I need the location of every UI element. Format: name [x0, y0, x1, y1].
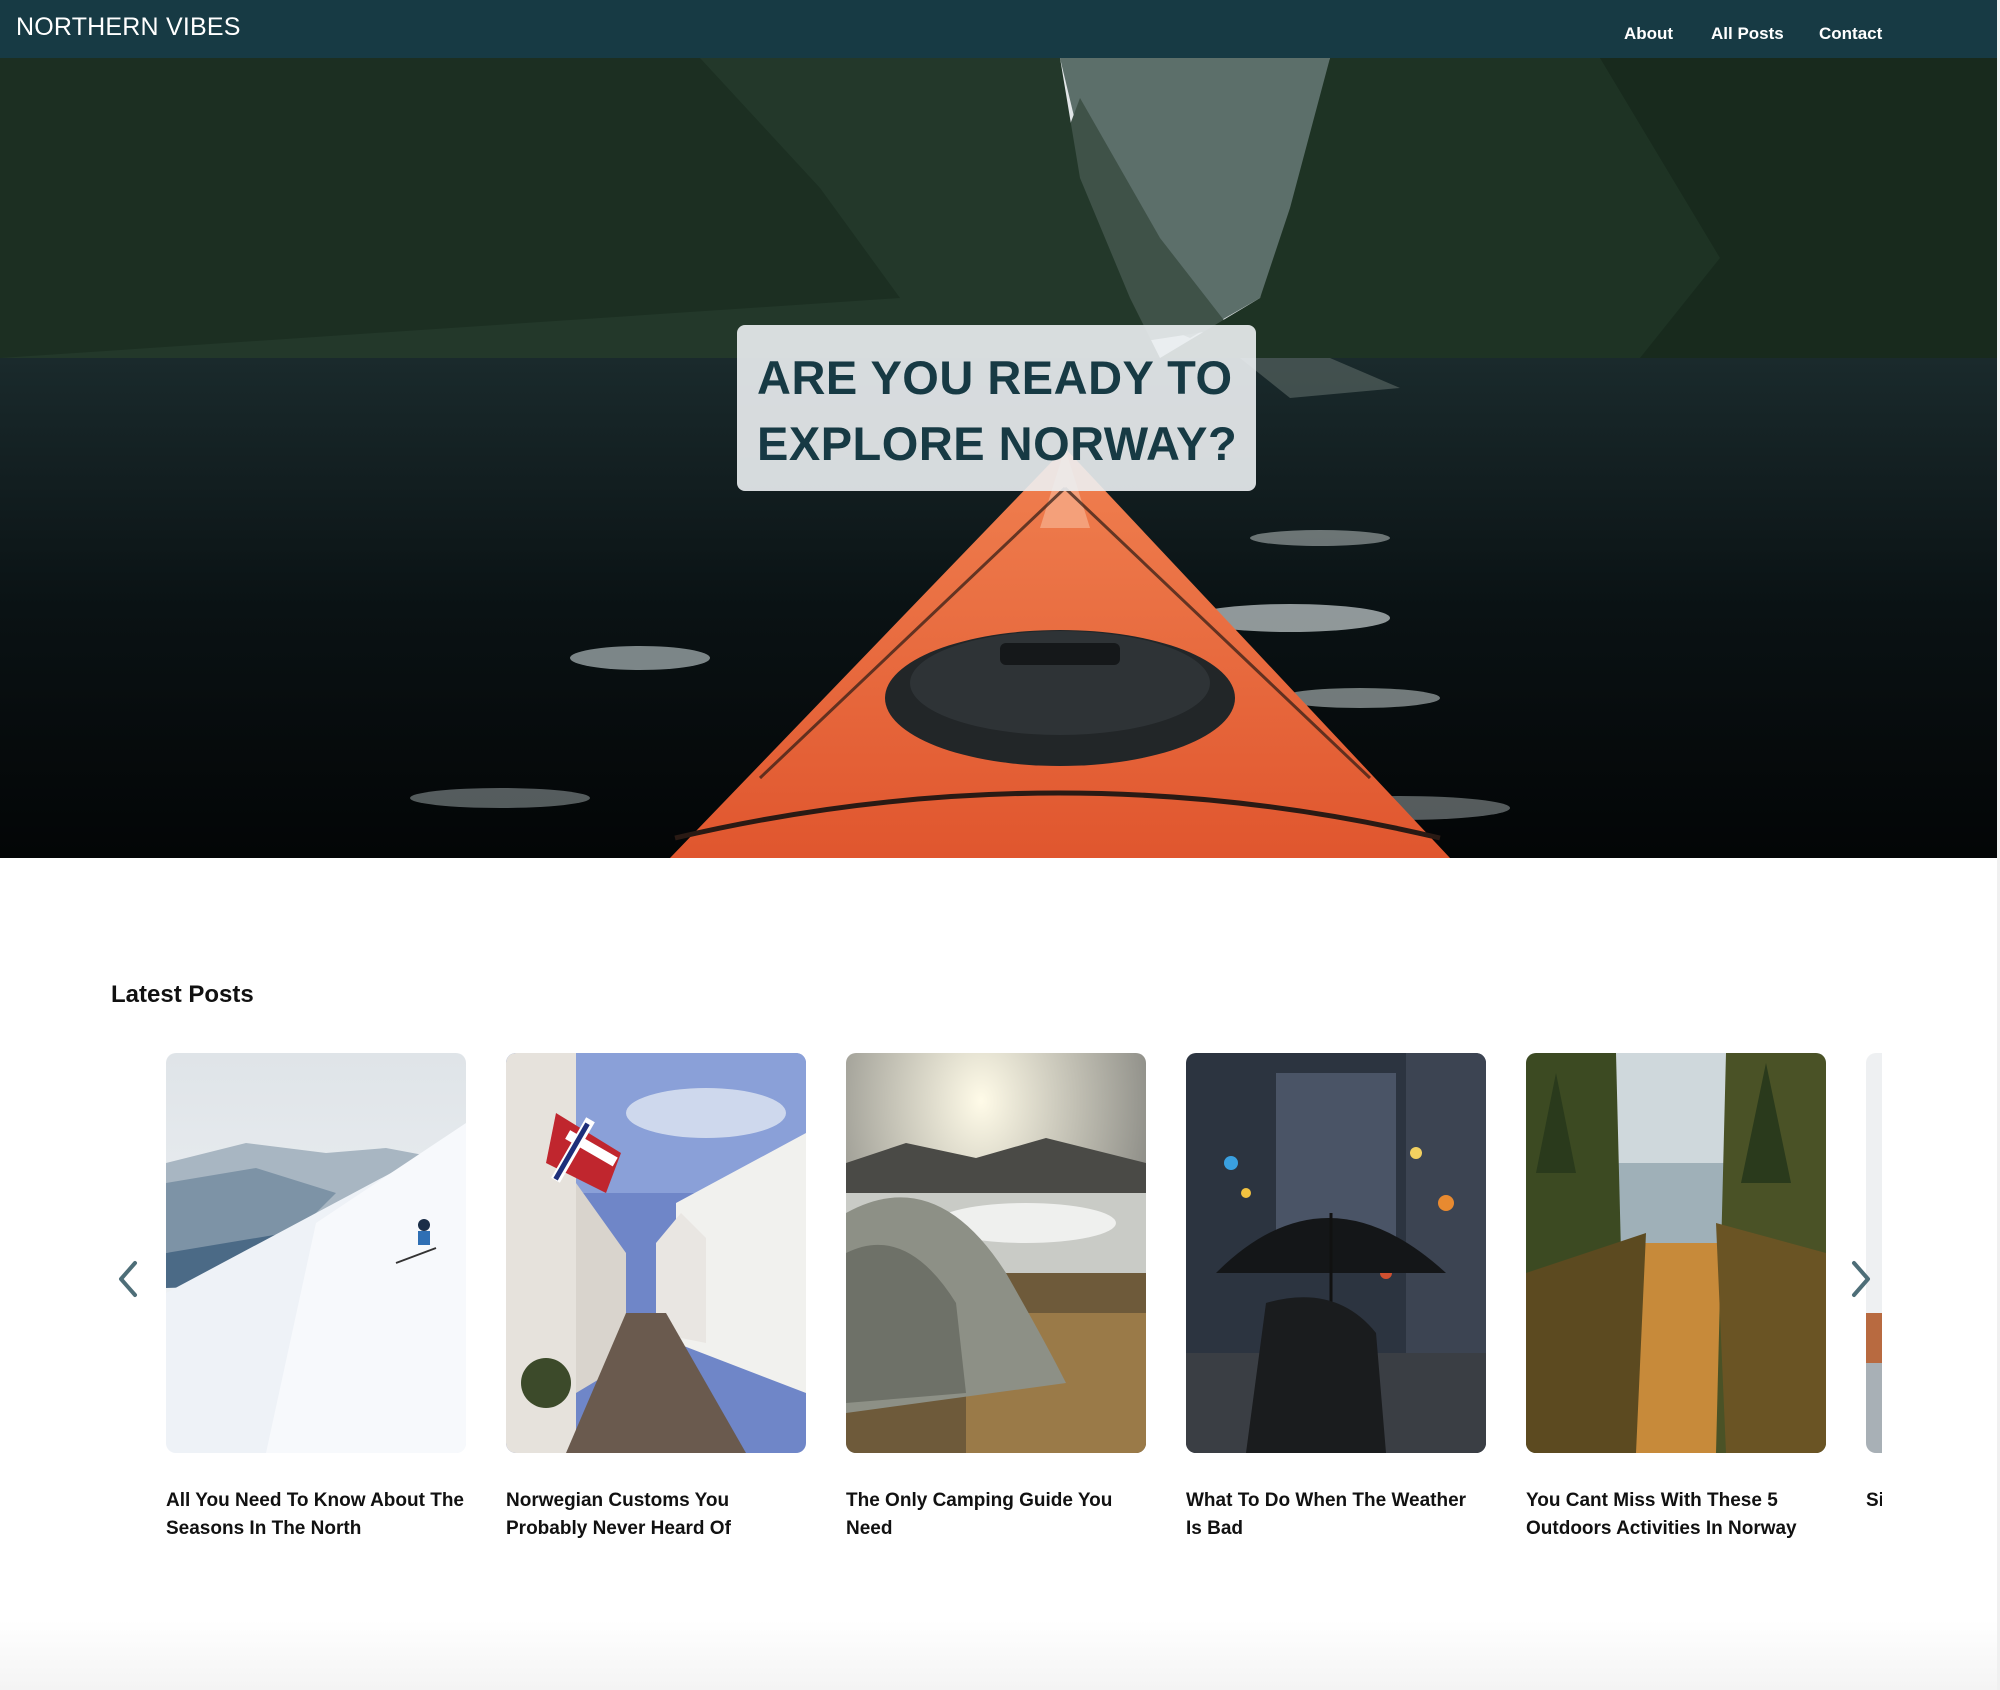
- hero-title: ARE YOU READY TO EXPLORE NORWAY?: [757, 351, 1238, 470]
- nav-contact[interactable]: Contact: [1819, 24, 1882, 44]
- chevron-right-icon: [1852, 1261, 1870, 1297]
- hero-title-box: ARE YOU READY TO EXPLORE NORWAY?: [737, 325, 1256, 491]
- page-footer-fade: [0, 1620, 1997, 1690]
- hero-section: ARE YOU READY TO EXPLORE NORWAY?: [0, 58, 1997, 858]
- nav-all-posts[interactable]: All Posts: [1711, 24, 1784, 44]
- post-card[interactable]: You Cant Miss With These 5 Outdoors Acti…: [1526, 1053, 1826, 1543]
- chevron-left-icon: [119, 1261, 137, 1297]
- post-title[interactable]: What To Do When The Weather Is Bad: [1186, 1487, 1486, 1543]
- latest-posts-heading: Latest Posts: [111, 981, 254, 1008]
- carousel-prev-button[interactable]: [113, 1255, 143, 1303]
- post-image[interactable]: [846, 1053, 1146, 1453]
- post-title[interactable]: You Cant Miss With These 5 Outdoors Acti…: [1526, 1487, 1826, 1543]
- post-card[interactable]: What To Do When The Weather Is Bad: [1186, 1053, 1486, 1543]
- post-image[interactable]: [1186, 1053, 1486, 1453]
- post-title[interactable]: The Only Camping Guide You Need: [846, 1487, 1146, 1543]
- main-nav: About All Posts Contact: [0, 24, 1997, 44]
- post-card[interactable]: All You Need To Know About The Seasons I…: [166, 1053, 466, 1543]
- post-title[interactable]: Norwegian Customs You Probably Never Hea…: [506, 1487, 806, 1543]
- posts-carousel: All You Need To Know About The Seasons I…: [111, 1053, 1882, 1553]
- site-header: NORTHERN VIBES About All Posts Contact: [0, 0, 1997, 58]
- carousel-next-button[interactable]: [1846, 1255, 1876, 1303]
- post-image[interactable]: [166, 1053, 466, 1453]
- post-image[interactable]: [506, 1053, 806, 1453]
- post-card[interactable]: Norwegian Customs You Probably Never Hea…: [506, 1053, 806, 1543]
- post-card[interactable]: The Only Camping Guide You Need: [846, 1053, 1146, 1543]
- nav-about[interactable]: About: [1624, 24, 1673, 44]
- post-title[interactable]: All You Need To Know About The Seasons I…: [166, 1487, 466, 1543]
- post-image[interactable]: [1526, 1053, 1826, 1453]
- post-title[interactable]: Si: [1866, 1487, 1882, 1515]
- post-image[interactable]: [1866, 1053, 1882, 1453]
